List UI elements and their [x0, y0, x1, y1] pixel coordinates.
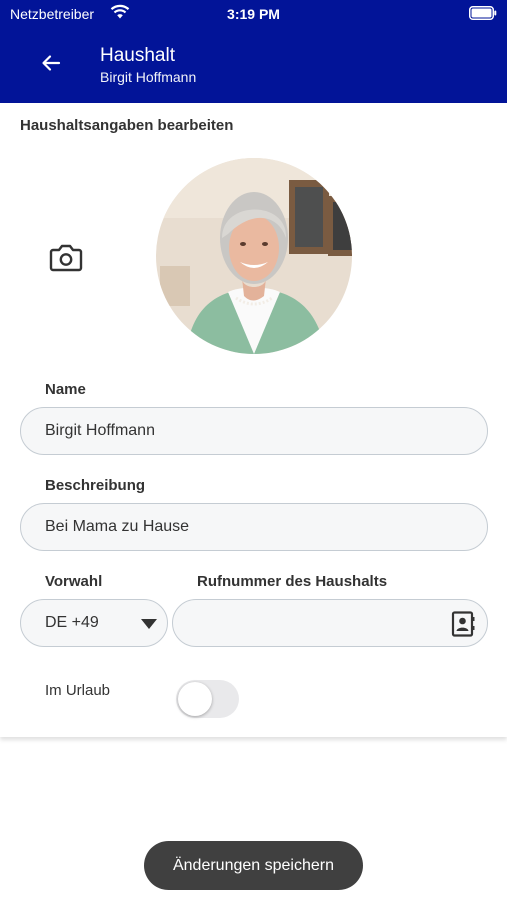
status-time: 3:19 PM — [227, 6, 280, 22]
name-value: Birgit Hoffmann — [45, 422, 155, 439]
battery-icon — [469, 6, 497, 20]
avatar[interactable] — [156, 158, 352, 354]
contact-book-icon[interactable] — [451, 611, 475, 637]
page-title: Haushalt — [100, 45, 175, 66]
description-label: Beschreibung — [45, 477, 146, 494]
status-bar: Netzbetreiber 3:19 PM — [0, 0, 507, 30]
prefix-select[interactable]: DE +49 — [20, 599, 168, 647]
vacation-label: Im Urlaub — [45, 682, 111, 699]
phone-field[interactable] — [172, 599, 488, 647]
app-header: Netzbetreiber 3:19 PM Haushalt Birgit Ho… — [0, 0, 507, 103]
name-label: Name — [45, 381, 86, 398]
name-field[interactable]: Birgit Hoffmann — [20, 407, 488, 455]
section-title: Haushaltsangaben bearbeiten — [20, 117, 234, 134]
page-subtitle: Birgit Hoffmann — [100, 69, 197, 85]
camera-icon[interactable] — [48, 241, 84, 273]
caret-down-icon — [141, 619, 157, 629]
toggle-knob — [178, 682, 212, 716]
back-arrow-icon[interactable] — [38, 50, 64, 76]
description-field[interactable]: Bei Mama zu Hause — [20, 503, 488, 551]
vacation-toggle[interactable] — [176, 680, 239, 718]
phone-label: Rufnummer des Haushalts — [197, 573, 388, 590]
description-value: Bei Mama zu Hause — [45, 518, 190, 535]
prefix-label: Vorwahl — [45, 573, 103, 590]
household-form-card: Haushaltsangaben bearbeiten Name Birgit … — [0, 103, 507, 737]
save-button[interactable]: Änderungen speichern — [144, 841, 363, 890]
prefix-value: DE +49 — [45, 614, 99, 631]
